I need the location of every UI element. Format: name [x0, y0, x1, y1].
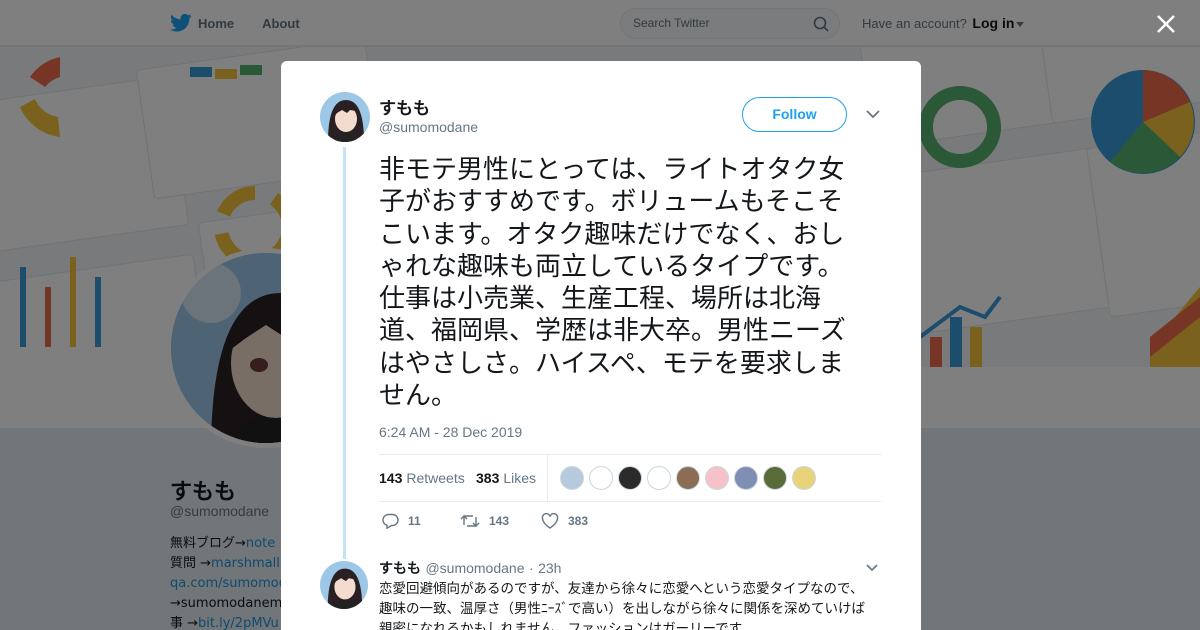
tweet-text: 非モテ男性にとっては、ライトオタク女子がおすすめです。ボリュームもそこそこいます…	[379, 155, 846, 412]
reply-author-handle[interactable]: @sumomodane	[425, 560, 524, 576]
retweets-count: 143	[379, 470, 403, 486]
author-name[interactable]: すもも	[379, 94, 430, 119]
reply-header: すもも @sumomodane · 23h	[379, 558, 561, 578]
thread-line	[343, 147, 346, 559]
tweet-modal: すもも @sumomodane Follow 非モテ男性にとっては、ライトオタク…	[281, 61, 921, 630]
like-count: 383	[568, 514, 589, 528]
tweet-stats: 143 Retweets 383 Likes	[379, 454, 881, 502]
reply-icon	[382, 513, 399, 529]
liker-avatar-2[interactable]	[589, 466, 613, 490]
liker-avatar-9[interactable]	[792, 466, 816, 490]
reply-count: 11	[408, 514, 421, 528]
reply-text: 恋愛回避傾向があるのですが、友達から徐々に恋愛へという恋愛タイプなので、趣味の一…	[379, 581, 865, 630]
chevron-down-icon[interactable]	[866, 564, 878, 572]
reply-separator: ·	[528, 560, 534, 576]
reply-author-avatar[interactable]	[320, 561, 368, 609]
author-handle[interactable]: @sumomodane	[379, 119, 478, 135]
liker-avatar-4[interactable]	[647, 466, 671, 490]
liker-avatar-5[interactable]	[676, 466, 700, 490]
stats-divider	[547, 455, 548, 502]
like-button[interactable]: 383	[541, 513, 588, 529]
retweets-label: Retweets	[406, 470, 465, 486]
liker-avatar-3[interactable]	[618, 466, 642, 490]
follow-button[interactable]: Follow	[742, 97, 847, 132]
close-icon[interactable]	[1154, 12, 1178, 36]
reply-button[interactable]: 11	[382, 513, 421, 529]
author-avatar[interactable]	[320, 92, 370, 142]
tweet-timestamp[interactable]: 6:24 AM - 28 Dec 2019	[379, 424, 522, 440]
retweet-count: 143	[489, 514, 510, 528]
retweet-button[interactable]: 143	[460, 513, 509, 529]
reply-age[interactable]: 23h	[538, 560, 561, 576]
chevron-down-icon[interactable]	[866, 109, 880, 119]
retweets-stat[interactable]: 143 Retweets	[379, 470, 465, 486]
likes-label: Likes	[503, 470, 537, 486]
author-avatar-image	[320, 92, 370, 142]
liker-avatar-1[interactable]	[560, 466, 584, 490]
reply-avatar-image	[320, 561, 368, 609]
liker-avatar-8[interactable]	[763, 466, 787, 490]
heart-icon	[541, 513, 559, 529]
liker-avatar-7[interactable]	[734, 466, 758, 490]
likes-count: 383	[476, 470, 500, 486]
reply-author-name[interactable]: すもも	[379, 561, 421, 577]
liker-avatar-6[interactable]	[705, 466, 729, 490]
likes-stat[interactable]: 383 Likes	[476, 470, 536, 486]
retweet-icon	[460, 515, 480, 527]
